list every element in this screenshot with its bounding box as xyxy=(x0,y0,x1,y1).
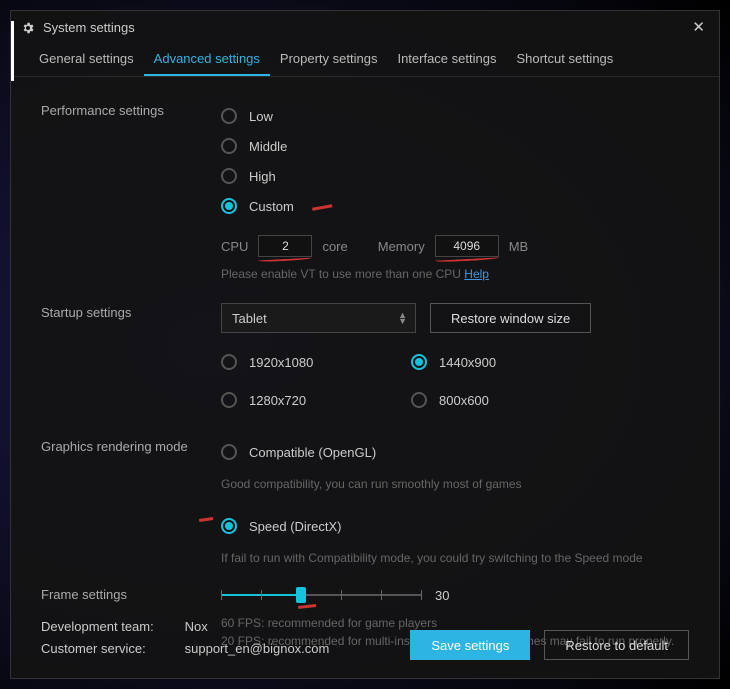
footer: Development team: Nox Customer service: … xyxy=(11,616,719,670)
cs-label: Customer service: xyxy=(41,638,181,660)
gear-icon xyxy=(21,19,35,35)
restore-default-button[interactable]: Restore to default xyxy=(544,630,689,660)
content-pane: Performance settings Low Middle High Cus… xyxy=(11,77,719,666)
save-settings-button[interactable]: Save settings xyxy=(410,630,530,660)
fps-slider[interactable] xyxy=(221,585,421,605)
radio-compatible[interactable] xyxy=(221,444,237,460)
memory-label: Memory xyxy=(378,239,425,254)
tab-property[interactable]: Property settings xyxy=(270,42,388,76)
radio-compatible-label: Compatible (OpenGL) xyxy=(249,445,376,460)
radio-low-label: Low xyxy=(249,109,273,124)
radio-custom-label: Custom xyxy=(249,199,294,214)
graphics-section-label: Graphics rendering mode xyxy=(41,437,221,567)
cpu-input[interactable] xyxy=(258,235,312,257)
radio-low[interactable] xyxy=(221,108,237,124)
memory-input[interactable] xyxy=(435,235,499,257)
vt-help-link[interactable]: Help xyxy=(464,267,489,281)
annotation-mark-3 xyxy=(298,602,316,609)
vt-hint: Please enable VT to use more than one CP… xyxy=(221,267,461,281)
radio-middle[interactable] xyxy=(221,138,237,154)
close-icon[interactable]: ✕ xyxy=(692,18,705,36)
res-label-1: 1920x1080 xyxy=(249,355,313,370)
radio-high-label: High xyxy=(249,169,276,184)
tab-advanced[interactable]: Advanced settings xyxy=(144,42,270,76)
radio-1920x1080[interactable] xyxy=(221,354,237,370)
radio-custom[interactable] xyxy=(221,198,237,214)
cpu-label: CPU xyxy=(221,239,248,254)
compat-hint: Good compatibility, you can run smoothly… xyxy=(221,475,681,493)
startup-mode-value: Tablet xyxy=(232,311,267,326)
core-label: core xyxy=(322,239,347,254)
fps-slider-thumb[interactable] xyxy=(296,587,306,603)
tab-interface[interactable]: Interface settings xyxy=(387,42,506,76)
restore-window-button[interactable]: Restore window size xyxy=(430,303,591,333)
dev-team-value: Nox xyxy=(185,619,208,634)
annotation-mark xyxy=(311,201,332,210)
speed-hint: If fail to run with Compatibility mode, … xyxy=(221,549,681,567)
mb-label: MB xyxy=(509,239,529,254)
radio-speed[interactable] xyxy=(221,518,237,534)
radio-1280x720[interactable] xyxy=(221,392,237,408)
radio-800x600[interactable] xyxy=(411,392,427,408)
radio-high[interactable] xyxy=(221,168,237,184)
fps-value: 30 xyxy=(435,588,449,603)
perf-section-label: Performance settings xyxy=(41,101,221,281)
cs-value: support_en@bignox.com xyxy=(185,641,330,656)
startup-section-label: Startup settings xyxy=(41,303,221,415)
tab-shortcut[interactable]: Shortcut settings xyxy=(506,42,623,76)
radio-middle-label: Middle xyxy=(249,139,287,154)
tabs-bar: General settings Advanced settings Prope… xyxy=(11,43,719,77)
tab-general[interactable]: General settings xyxy=(29,42,144,76)
res-label-3: 1280x720 xyxy=(249,393,306,408)
settings-window: System settings ✕ General settings Advan… xyxy=(10,10,720,679)
startup-mode-select[interactable]: Tablet ▲▼ xyxy=(221,303,416,333)
res-label-2: 1440x900 xyxy=(439,355,496,370)
radio-1440x900[interactable] xyxy=(411,354,427,370)
dev-team-label: Development team: xyxy=(41,616,181,638)
window-title: System settings xyxy=(43,20,135,35)
radio-speed-label: Speed (DirectX) xyxy=(249,519,341,534)
res-label-4: 800x600 xyxy=(439,393,489,408)
title-bar: System settings ✕ xyxy=(11,11,719,43)
chevron-updown-icon: ▲▼ xyxy=(398,312,407,324)
